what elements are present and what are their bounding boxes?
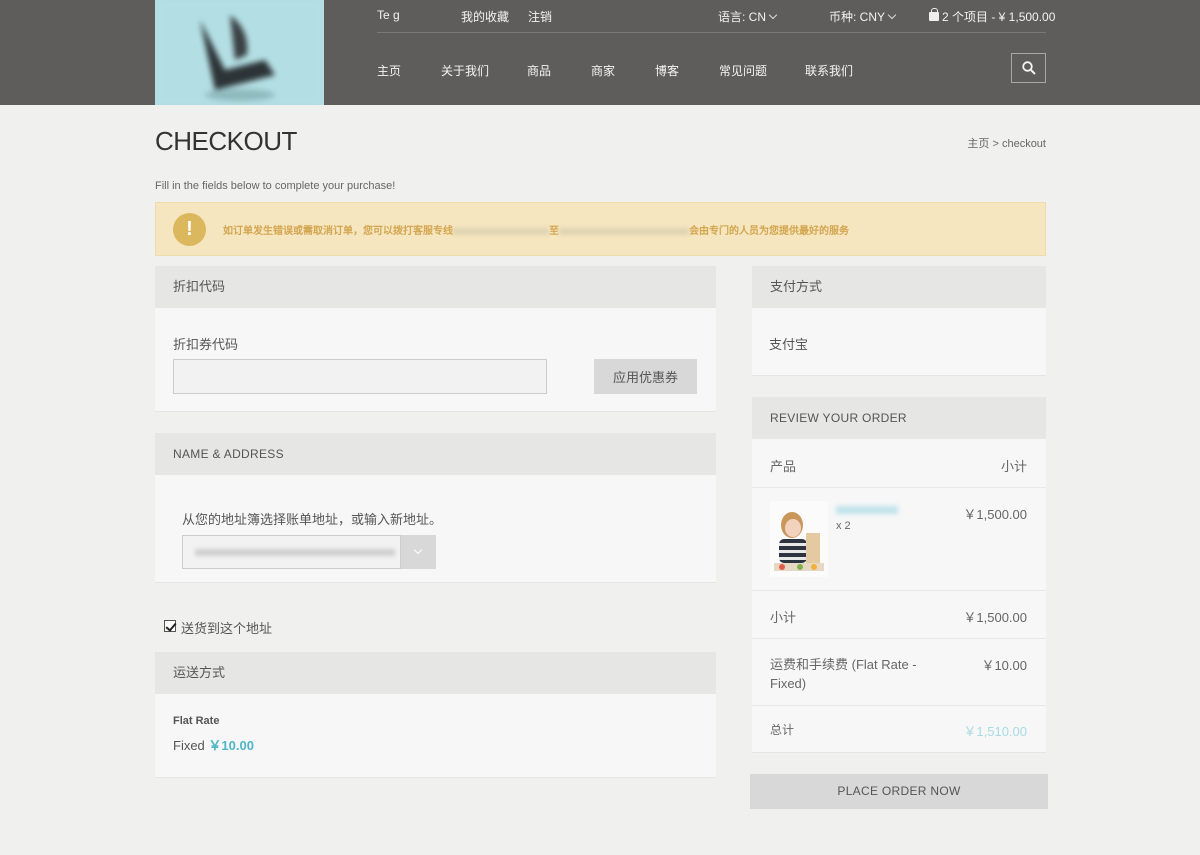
- ship-to-this-address-checkbox[interactable]: [164, 620, 176, 632]
- warning-icon: !: [173, 213, 206, 246]
- divider: [752, 638, 1046, 639]
- coupon-code-label: 折扣券代码: [173, 337, 239, 352]
- shipping-panel-header: 运送方式: [155, 652, 716, 694]
- nav-faq[interactable]: 常见问题: [719, 62, 767, 79]
- shipping-fee-value: ￥10.00: [981, 658, 1027, 673]
- product-line-price: ￥1,500.00: [963, 507, 1027, 522]
- address-panel-header: NAME & ADDRESS: [155, 433, 716, 475]
- notice-text-part3: 会由专门的人员为您提供最好的服务: [689, 226, 849, 237]
- review-col-product: 产品: [770, 459, 797, 474]
- currency-label: 币种: CNY: [829, 10, 886, 24]
- language-selector[interactable]: 语言: CN: [718, 8, 778, 25]
- nav-products[interactable]: 商品: [527, 62, 551, 79]
- nav-about[interactable]: 关于我们: [441, 62, 489, 79]
- search-icon: [1022, 61, 1036, 75]
- user-account-link[interactable]: Te g: [377, 8, 400, 22]
- ship-to-this-address-label: 送货到这个地址: [181, 621, 273, 636]
- divider: [752, 590, 1046, 591]
- nav-home[interactable]: 主页: [377, 62, 401, 79]
- payment-panel-header: 支付方式: [752, 266, 1046, 308]
- total-value: ￥1,510.00: [963, 724, 1027, 739]
- billing-address-select[interactable]: [182, 535, 401, 569]
- currency-selector[interactable]: 币种: CNY: [829, 8, 897, 25]
- order-notice: ! 如订单发生错误或需取消订单，您可以拨打客服专线 至 会由专门的人员为您提供最好的…: [155, 202, 1046, 256]
- nav-contact[interactable]: 联系我们: [805, 62, 853, 79]
- notice-text: 如订单发生错误或需取消订单，您可以拨打客服专线 至 会由专门的人员为您提供最好的服务: [223, 222, 849, 237]
- place-order-button[interactable]: PLACE ORDER NOW: [750, 774, 1048, 809]
- redacted-phone: [453, 227, 549, 235]
- mini-cart[interactable]: 2 个项目 - ¥ 1,500.00: [929, 8, 1055, 25]
- shipping-fee-label: 运费和手续费 (Flat Rate - Fixed): [770, 657, 917, 691]
- apply-coupon-button[interactable]: 应用优惠券: [594, 359, 697, 394]
- shipping-method-name: Flat Rate: [173, 715, 220, 727]
- site-logo[interactable]: [155, 0, 324, 105]
- page-subtitle: Fill in the fields below to complete you…: [155, 180, 396, 192]
- shipping-method-type: Fixed: [173, 738, 205, 753]
- chevron-down-icon: [887, 10, 897, 20]
- notice-text-part2: 至: [549, 226, 559, 237]
- breadcrumb[interactable]: 主页 > checkout: [967, 135, 1046, 151]
- redacted-hours: [559, 227, 689, 235]
- cart-summary: 2 个项目 - ¥ 1,500.00: [942, 10, 1056, 24]
- chevron-down-icon: [413, 545, 423, 555]
- review-order-header: REVIEW YOUR ORDER: [752, 397, 1046, 439]
- logo-image: [155, 0, 324, 105]
- coupon-panel-header: 折扣代码: [155, 266, 716, 308]
- review-col-subtotal: 小计: [1000, 459, 1027, 474]
- coupon-code-input[interactable]: [173, 359, 547, 394]
- total-label: 总计: [770, 723, 795, 737]
- nav-blog[interactable]: 博客: [655, 62, 679, 79]
- language-label: 语言: CN: [718, 10, 767, 24]
- redacted-address: [195, 549, 395, 556]
- shipping-method-option[interactable]: Fixed ￥10.00: [173, 735, 254, 754]
- notice-text-part1: 如订单发生错误或需取消订单，您可以拨打客服专线: [223, 226, 453, 237]
- site-header: Te g 我的收藏 注销 语言: CN 币种: CNY 2 个项目 - ¥ 1,…: [0, 0, 1200, 105]
- subtotal-value: ￥1,500.00: [963, 610, 1027, 625]
- favorites-link[interactable]: 我的收藏: [461, 8, 509, 25]
- page-title: CHECKOUT: [155, 126, 297, 156]
- chevron-down-icon: [768, 10, 778, 20]
- divider: [752, 705, 1046, 706]
- divider: [752, 487, 1046, 488]
- shipping-method-price: ￥10.00: [208, 738, 254, 753]
- top-bar: Te g 我的收藏 注销 语言: CN 币种: CNY 2 个项目 - ¥ 1,…: [377, 0, 1055, 33]
- redacted-product-name[interactable]: [836, 506, 898, 514]
- shopping-bag-icon: [929, 8, 939, 21]
- payment-method-alipay[interactable]: 支付宝: [769, 334, 808, 353]
- product-image: [770, 501, 828, 577]
- subtotal-label: 小计: [770, 610, 797, 625]
- address-select-toggle[interactable]: [401, 535, 436, 569]
- product-quantity: x 2: [836, 520, 851, 532]
- logout-link[interactable]: 注销: [528, 8, 552, 25]
- nav-merchants[interactable]: 商家: [591, 62, 615, 79]
- product-thumbnail[interactable]: [770, 501, 828, 577]
- address-select-label: 从您的地址簿选择账单地址，或输入新地址。: [182, 512, 443, 527]
- search-button[interactable]: [1011, 53, 1046, 83]
